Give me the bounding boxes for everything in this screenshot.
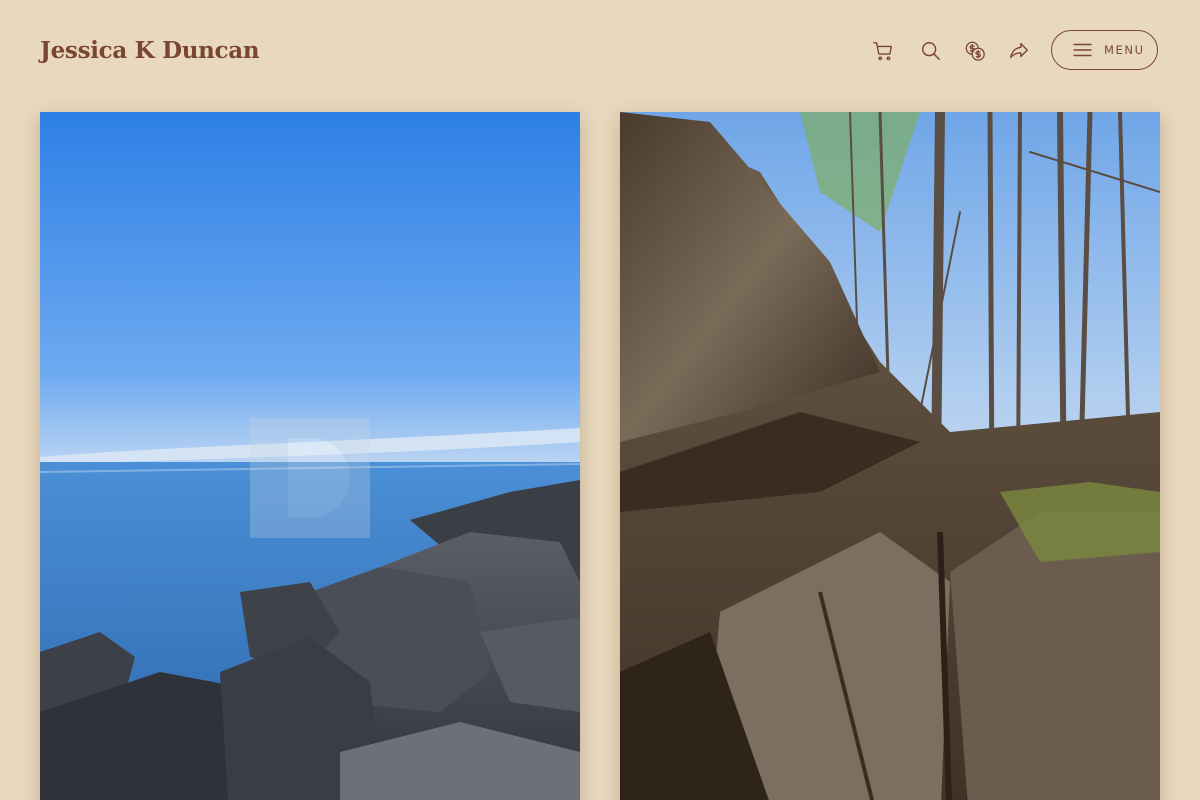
fallen-log-image	[620, 112, 1160, 800]
lake-shore-image	[40, 112, 580, 800]
menu-label: MENU	[1104, 43, 1145, 57]
photo-fallen-log[interactable]	[620, 112, 1160, 800]
site-header: Jessica K Duncan MENU	[0, 0, 1200, 102]
currency-button[interactable]	[962, 38, 988, 64]
cart-button[interactable]	[870, 38, 896, 64]
cart-icon	[873, 42, 892, 61]
photo-lake-shore[interactable]	[40, 112, 580, 800]
share-icon	[1010, 42, 1028, 59]
menu-button[interactable]: MENU	[1051, 30, 1158, 70]
share-button[interactable]	[1006, 38, 1032, 64]
hamburger-icon	[1073, 43, 1092, 57]
search-button[interactable]	[918, 38, 944, 64]
watermark-logo	[250, 418, 370, 538]
portfolio-page: Jessica K Duncan MENU	[0, 0, 1200, 800]
search-icon	[922, 42, 940, 60]
currency-icon	[965, 41, 985, 61]
site-title[interactable]: Jessica K Duncan	[40, 33, 260, 69]
